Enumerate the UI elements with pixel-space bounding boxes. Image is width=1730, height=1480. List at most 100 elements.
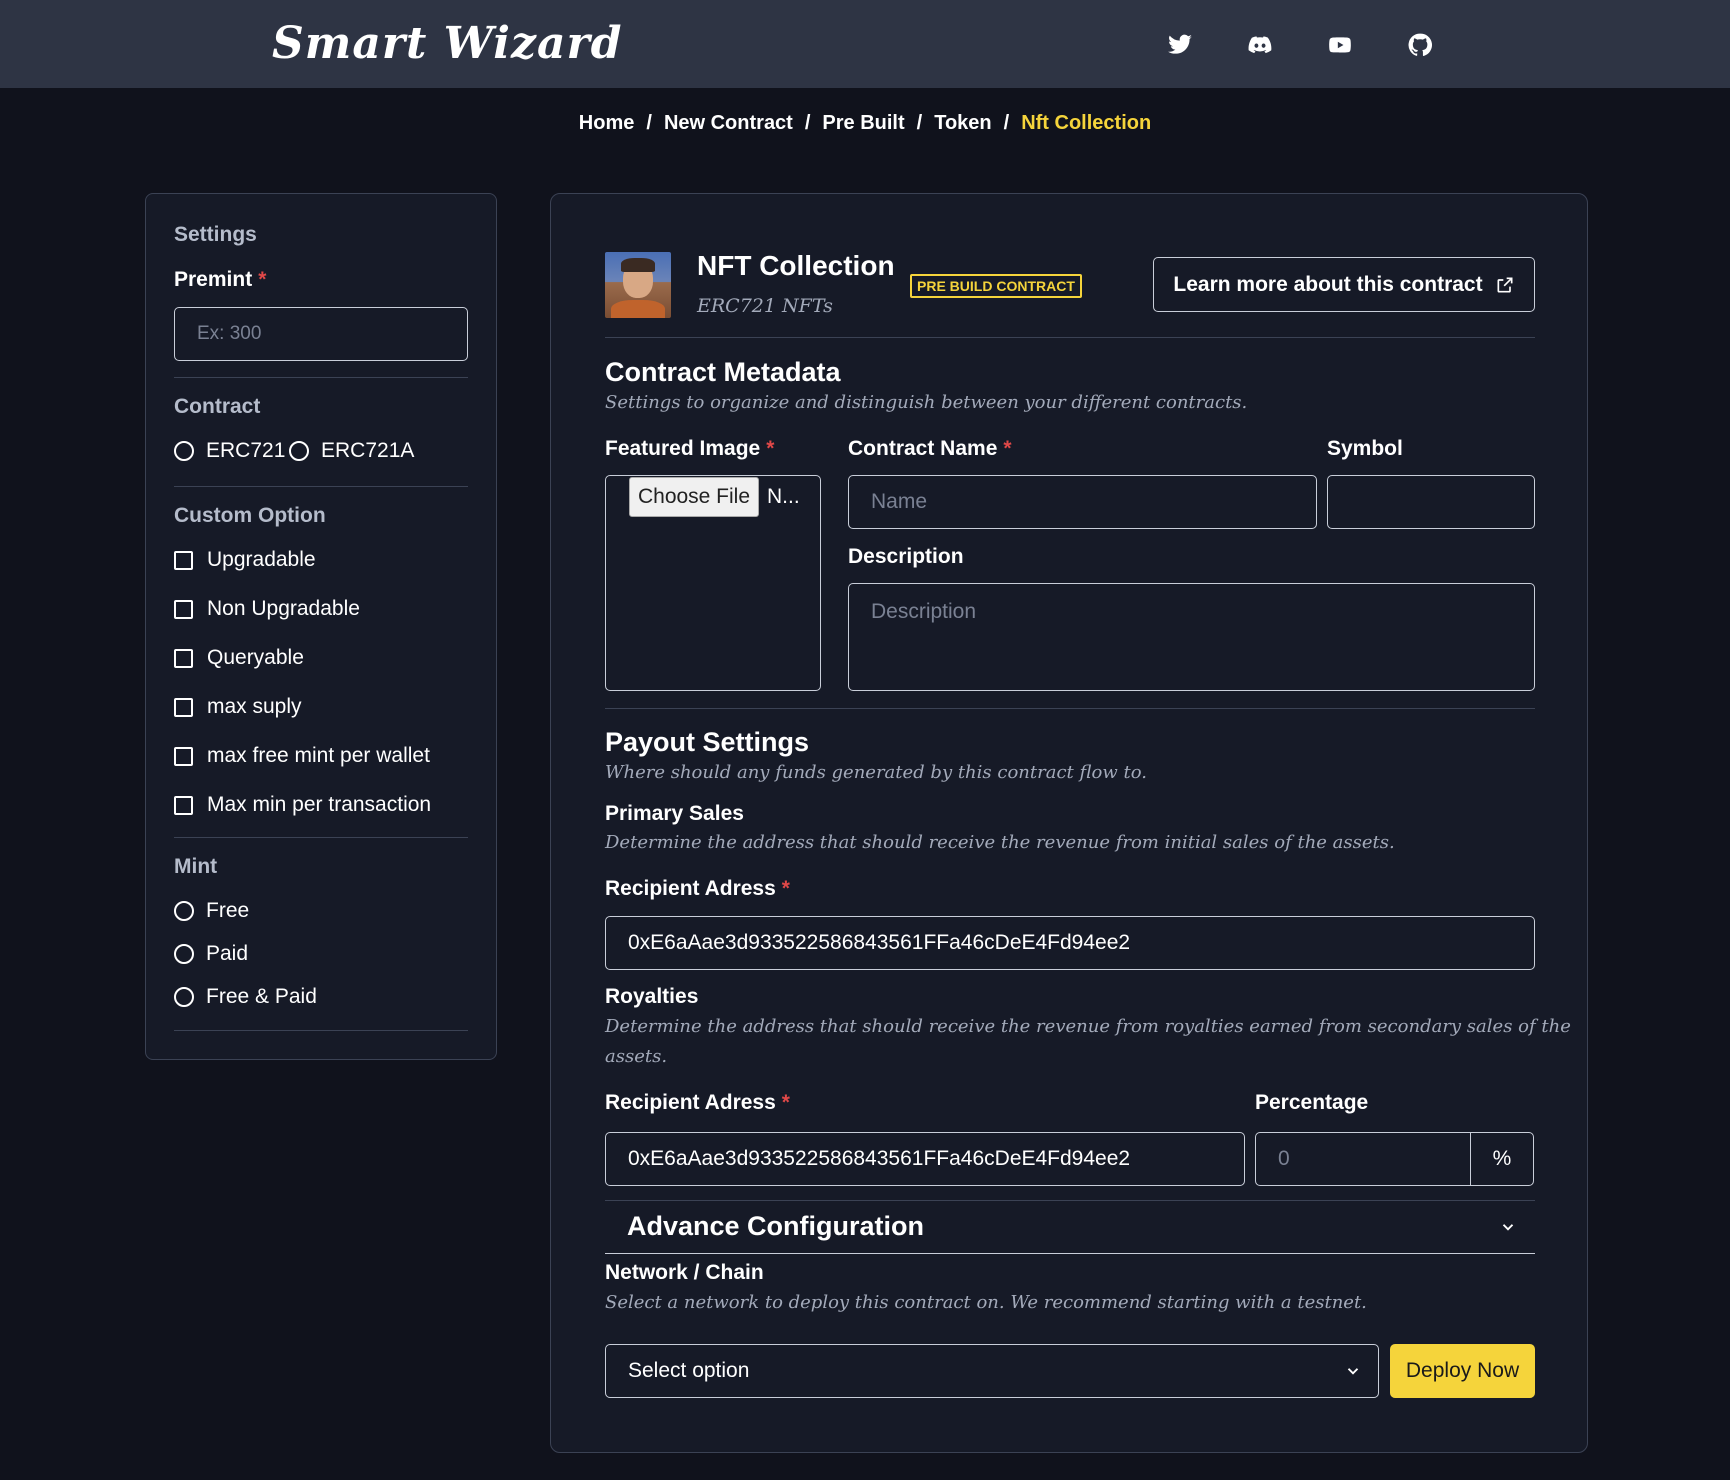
required-asterisk: * [781, 877, 790, 900]
network-chain-description: Select a network to deploy this contract… [605, 1292, 1367, 1313]
network-select-value: Select option [628, 1359, 750, 1382]
radio-erc721a[interactable]: ERC721A [289, 439, 414, 463]
primary-sales-description: Determine the address that should receiv… [605, 832, 1395, 853]
contract-name-label-text: Contract Name [848, 437, 998, 460]
symbol-input[interactable] [1327, 475, 1535, 529]
settings-title: Settings [174, 223, 257, 246]
checkbox-box[interactable] [174, 599, 193, 619]
payout-settings-description: Where should any funds generated by this… [605, 762, 1147, 783]
breadcrumb-separator: / [1003, 112, 1010, 134]
discord-icon[interactable] [1243, 28, 1277, 62]
premint-label-text: Premint [174, 268, 253, 291]
radio-label: ERC721A [321, 439, 415, 462]
checkbox-box[interactable] [174, 746, 193, 766]
contract-metadata-heading: Contract Metadata [605, 357, 841, 387]
radio-circle[interactable] [289, 441, 309, 461]
checkbox-box[interactable] [174, 795, 193, 815]
checkbox-queryable[interactable]: Queryable [174, 646, 304, 670]
settings-sidebar: Settings Premint* Contract ERC721 ERC721… [145, 193, 497, 1060]
primary-recipient-input[interactable] [605, 916, 1535, 970]
brand-logo[interactable]: Smart Wizard [272, 18, 622, 69]
divider [174, 486, 468, 487]
radio-free-and-paid[interactable]: Free & Paid [174, 985, 317, 1009]
external-link-icon [1497, 277, 1513, 292]
description-textarea[interactable] [848, 583, 1535, 691]
breadcrumb-separator: / [804, 112, 811, 134]
choose-file-button[interactable]: Choose File [629, 477, 759, 517]
royalty-recipient-label-text: Recipient Adress [605, 1091, 776, 1114]
pre-build-badge: PRE BUILD CONTRACT [910, 274, 1082, 298]
premint-label: Premint * [174, 268, 266, 292]
featured-image-label: Featured Image * [605, 437, 774, 461]
premint-input[interactable] [174, 307, 468, 361]
radio-erc721[interactable]: ERC721 [174, 439, 285, 463]
checkbox-max-free-mint[interactable]: max free mint per wallet [174, 744, 430, 768]
royalty-recipient-label: Recipient Adress * [605, 1091, 790, 1115]
required-asterisk: * [766, 437, 775, 460]
advance-configuration-toggle[interactable]: Advance Configuration [605, 1200, 1535, 1254]
checkbox-label: max suply [207, 695, 302, 718]
divider [605, 337, 1535, 338]
checkbox-label: max free mint per wallet [207, 744, 430, 767]
file-name-text: N... [767, 485, 800, 508]
mint-title: Mint [174, 855, 218, 878]
radio-circle[interactable] [174, 441, 194, 461]
breadcrumb-pre-built[interactable]: Pre Built [822, 112, 904, 134]
required-asterisk: * [1003, 437, 1012, 460]
radio-circle[interactable] [174, 987, 194, 1007]
checkbox-max-min-per-transaction[interactable]: Max min per transaction [174, 793, 431, 817]
contract-name-label: Contract Name * [848, 437, 1012, 461]
checkbox-max-suply[interactable]: max suply [174, 695, 302, 719]
payout-settings-heading: Payout Settings [605, 727, 810, 757]
royalties-title: Royalties [605, 985, 699, 1008]
breadcrumb-token[interactable]: Token [934, 112, 991, 134]
top-navbar: Smart Wizard [0, 0, 1730, 88]
contract-title: NFT Collection [697, 250, 895, 281]
percentage-suffix: % [1470, 1132, 1534, 1186]
checkbox-non-upgradable[interactable]: Non Upgradable [174, 597, 360, 621]
radio-label: Paid [206, 942, 249, 965]
learn-more-label: Learn more about this contract [1173, 272, 1483, 296]
required-asterisk: * [781, 1091, 790, 1114]
network-chain-title: Network / Chain [605, 1261, 764, 1284]
breadcrumb-current: Nft Collection [1021, 112, 1152, 134]
checkbox-box[interactable] [174, 697, 193, 717]
checkbox-box[interactable] [174, 648, 193, 668]
checkbox-upgradable[interactable]: Upgradable [174, 548, 316, 572]
learn-more-button[interactable]: Learn more about this contract [1153, 257, 1535, 312]
radio-circle[interactable] [174, 901, 194, 921]
featured-image-dropzone[interactable]: Choose File N... [605, 475, 821, 691]
chevron-down-icon [1499, 1218, 1517, 1236]
radio-circle[interactable] [174, 944, 194, 964]
network-select[interactable]: Select option [605, 1344, 1379, 1398]
chevron-down-icon [1344, 1362, 1362, 1380]
contract-name-input[interactable] [848, 475, 1317, 529]
radio-free[interactable]: Free [174, 899, 249, 923]
custom-option-title: Custom Option [174, 504, 326, 527]
featured-image-label-text: Featured Image [605, 437, 761, 460]
deploy-now-button[interactable]: Deploy Now [1390, 1344, 1535, 1398]
breadcrumb-separator: / [916, 112, 923, 134]
twitter-icon[interactable] [1163, 28, 1197, 62]
checkbox-box[interactable] [174, 550, 193, 570]
breadcrumb-home[interactable]: Home [579, 112, 635, 134]
divider [174, 837, 468, 838]
percentage-input[interactable] [1255, 1132, 1471, 1186]
breadcrumb-separator: / [646, 112, 652, 134]
breadcrumb-new-contract[interactable]: New Contract [664, 112, 793, 134]
checkbox-label: Queryable [207, 646, 304, 669]
github-icon[interactable] [1403, 28, 1437, 62]
youtube-icon[interactable] [1323, 28, 1357, 62]
radio-paid[interactable]: Paid [174, 942, 248, 966]
contract-title: Contract [174, 395, 261, 418]
primary-sales-title: Primary Sales [605, 802, 744, 825]
royalties-description-line2: assets. [605, 1046, 668, 1067]
contract-subtitle: ERC721 NFTs [697, 295, 833, 317]
radio-label: Free [206, 899, 250, 922]
checkbox-label: Non Upgradable [207, 597, 360, 620]
divider [174, 377, 468, 378]
contract-metadata-description: Settings to organize and distinguish bet… [605, 392, 1248, 413]
royalty-recipient-input[interactable] [605, 1132, 1245, 1186]
contract-avatar [605, 252, 671, 318]
checkbox-label: Upgradable [207, 548, 316, 571]
